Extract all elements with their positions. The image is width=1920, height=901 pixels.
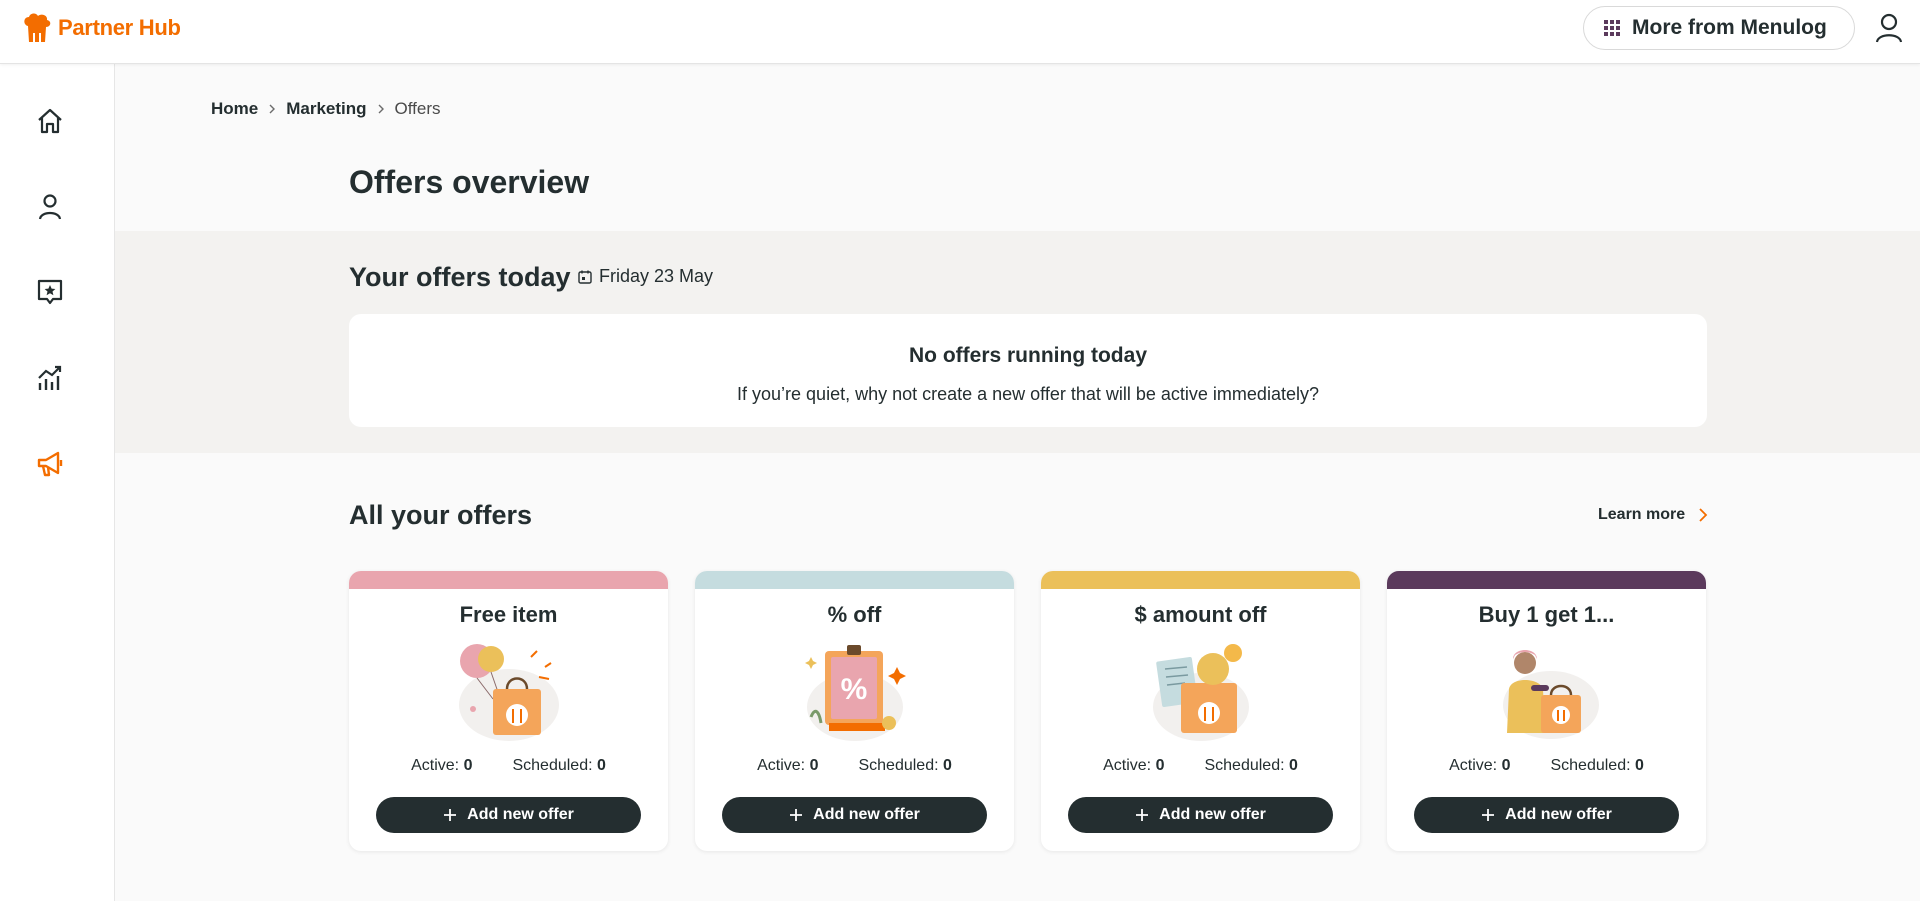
learn-more-link[interactable]: Learn more: [1598, 506, 1709, 524]
chef-hat-icon: [24, 13, 51, 42]
scheduled-count: Scheduled: 0: [1550, 757, 1644, 774]
offer-card-free-item: Free item Active: 0 Scheduled: 0 Add new…: [349, 571, 668, 851]
analytics-icon: [38, 365, 62, 390]
breadcrumb: Home Marketing Offers: [211, 99, 441, 119]
add-new-offer-label: Add new offer: [467, 806, 574, 823]
offer-card-title: % off: [827, 602, 882, 627]
user-account-icon[interactable]: [1874, 12, 1904, 44]
person-with-bags-illustration: [1503, 650, 1599, 739]
megaphone-icon: [37, 451, 63, 477]
sidebar-nav: [0, 64, 115, 901]
offer-card-amount-off: $ amount off Active: 0 Scheduled: 0 Add …: [1041, 571, 1360, 851]
offer-card-title: Free item: [459, 602, 558, 627]
scheduled-count: Scheduled: 0: [1204, 757, 1298, 774]
offers-today-date: Friday 23 May: [577, 266, 713, 287]
sidebar-item-home[interactable]: [30, 101, 70, 141]
page-title: Offers overview: [349, 164, 590, 200]
offer-card-percent-off: % off % Active: 0 Scheduled: 0 Add new o…: [695, 571, 1014, 851]
offer-card-title: $ amount off: [1134, 602, 1267, 627]
review-star-icon: [37, 279, 63, 305]
offer-counts: Active: 0 Scheduled: 0: [349, 757, 668, 775]
more-from-menulog-label: More from Menulog: [1632, 16, 1827, 39]
chevron-right-icon: [269, 104, 276, 114]
scheduled-count: Scheduled: 0: [512, 757, 606, 774]
add-new-offer-button[interactable]: Add new offer: [1068, 797, 1333, 833]
scheduled-count: Scheduled: 0: [858, 757, 952, 774]
breadcrumb-marketing-link[interactable]: Marketing: [286, 99, 366, 119]
home-icon: [38, 108, 62, 134]
add-new-offer-button[interactable]: Add new offer: [722, 797, 987, 833]
more-from-menulog-button[interactable]: More from Menulog: [1583, 6, 1855, 50]
no-offers-text: If you’re quiet, why not create a new of…: [737, 384, 1319, 404]
offer-card-band: [349, 571, 668, 589]
offer-counts: Active: 0 Scheduled: 0: [1387, 757, 1706, 775]
offer-card-band: [1041, 571, 1360, 589]
no-offers-card: No offers running today If you’re quiet,…: [349, 314, 1707, 427]
sidebar-item-analytics[interactable]: [30, 358, 70, 398]
add-new-offer-button[interactable]: Add new offer: [376, 797, 641, 833]
active-count: Active: 0: [411, 757, 473, 774]
chevron-right-icon: [1699, 508, 1708, 522]
offer-counts: Active: 0 Scheduled: 0: [695, 757, 1014, 775]
offer-card-band: [695, 571, 1014, 589]
person-icon: [38, 194, 62, 220]
partner-hub-logo[interactable]: Partner Hub: [22, 12, 181, 44]
plus-icon: [1136, 809, 1149, 821]
coins-bag-illustration: [1153, 644, 1249, 741]
add-new-offer-button[interactable]: Add new offer: [1414, 797, 1679, 833]
plus-icon: [1482, 809, 1495, 821]
offer-card-buy-one-get-one: Buy 1 get 1... Active: 0 Scheduled: 0 Ad…: [1387, 571, 1706, 851]
logo-text: Partner Hub: [58, 15, 181, 40]
active-count: Active: 0: [757, 757, 819, 774]
add-new-offer-label: Add new offer: [1159, 806, 1266, 823]
breadcrumb-home-link[interactable]: Home: [211, 99, 258, 119]
add-new-offer-label: Add new offer: [1505, 806, 1612, 823]
sidebar-item-account[interactable]: [30, 187, 70, 227]
chevron-right-icon: [378, 104, 384, 114]
offers-today-title: Your offers today: [349, 262, 571, 292]
top-header: Partner Hub More from Menulog: [0, 0, 1920, 64]
active-count: Active: 0: [1103, 757, 1165, 774]
breadcrumb-current: Offers: [394, 99, 441, 118]
offer-card-band: [1387, 571, 1706, 589]
calendar-icon: [578, 270, 592, 284]
no-offers-title: No offers running today: [909, 344, 1147, 367]
plus-icon: [444, 809, 457, 821]
learn-more-label: Learn more: [1598, 506, 1686, 523]
offer-card-title: Buy 1 get 1...: [1478, 602, 1615, 627]
sidebar-item-marketing[interactable]: [30, 444, 70, 484]
add-new-offer-label: Add new offer: [813, 806, 920, 823]
date-text: Friday 23 May: [599, 266, 714, 286]
apps-grid-icon: [1604, 20, 1620, 36]
plus-icon: [790, 809, 803, 821]
balloons-bag-illustration: [459, 644, 559, 741]
active-count: Active: 0: [1449, 757, 1511, 774]
percent-sign-illustration: %: [805, 645, 906, 741]
offer-counts: Active: 0 Scheduled: 0: [1041, 757, 1360, 775]
sidebar-item-reviews[interactable]: [30, 272, 70, 312]
all-offers-title: All your offers: [349, 500, 533, 530]
svg-text:%: %: [841, 673, 868, 706]
